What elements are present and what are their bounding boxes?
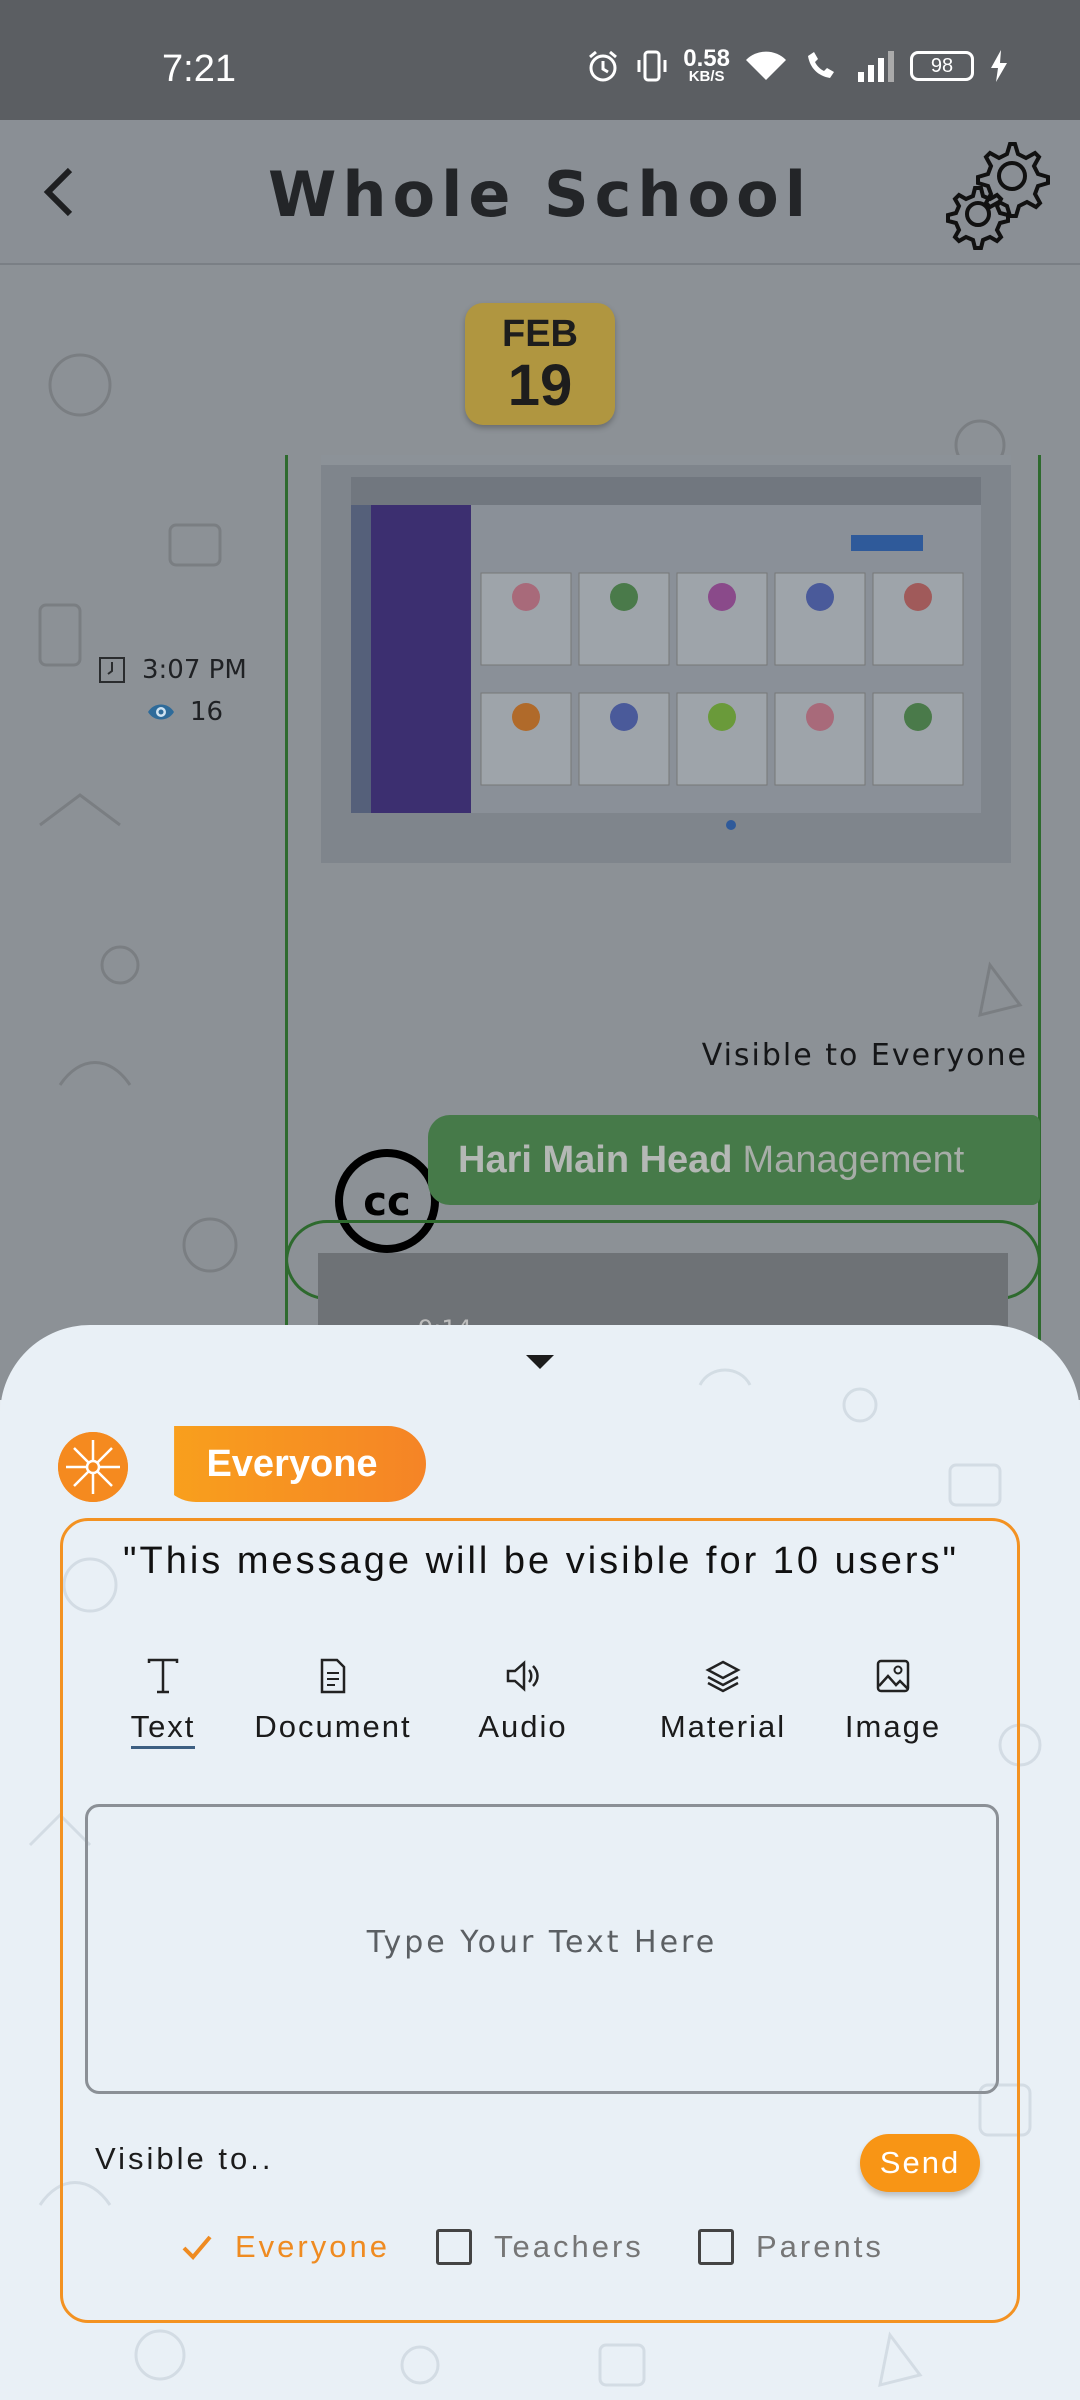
option-parents[interactable]: Parents <box>698 2229 884 2265</box>
option-teachers[interactable]: Teachers <box>436 2229 644 2265</box>
eye-icon <box>148 704 174 720</box>
layers-icon <box>705 1660 741 1693</box>
status-icons: 0.58 KB/S 98 <box>585 45 1010 86</box>
checkbox-parents[interactable] <box>698 2229 734 2265</box>
recipient-count-note: "This message will be visible for 10 use… <box>123 1540 960 1582</box>
checkbox-teachers[interactable] <box>436 2229 472 2265</box>
tab-text[interactable]: Text <box>103 1653 223 1749</box>
tab-document[interactable]: Document <box>243 1653 423 1745</box>
signal-icon <box>858 51 894 82</box>
tab-audio[interactable]: Audio <box>463 1653 583 1745</box>
vibrate-icon <box>637 50 667 82</box>
page-title: Whole School <box>268 158 812 231</box>
audience-tag: Everyone <box>158 1426 426 1502</box>
document-icon <box>320 1658 346 1694</box>
speaker-icon <box>506 1660 539 1692</box>
charging-icon <box>991 50 1007 82</box>
date-day: 19 <box>507 353 573 418</box>
date-month: FEB <box>502 313 578 355</box>
attachment-image[interactable] <box>321 455 1011 863</box>
svg-text:cc: cc <box>363 1179 410 1225</box>
sender-role: Management <box>742 1138 965 1181</box>
visible-to-label: Visible to.. <box>95 2141 274 2176</box>
settings-button[interactable] <box>938 136 1054 252</box>
collapse-handle-icon[interactable] <box>524 1353 556 1371</box>
visibility-label: Visible to Everyone <box>701 1038 1028 1073</box>
tab-material[interactable]: Material <box>643 1653 803 1745</box>
chat-area: FEB 19 3:07 PM 16 cc Visible to Everyone… <box>0 265 1080 1400</box>
tab-image[interactable]: Image <box>833 1653 953 1745</box>
message-views: 16 <box>146 697 223 727</box>
option-everyone[interactable]: Everyone <box>181 2229 390 2265</box>
compose-sheet: Everyone "This message will be visible f… <box>0 1325 1080 2400</box>
image-icon <box>876 1659 910 1693</box>
send-button[interactable]: Send <box>860 2134 980 2192</box>
clock-icon <box>99 657 125 683</box>
date-chip: FEB 19 <box>465 303 615 425</box>
composer-panel: "This message will be visible for 10 use… <box>60 1518 1020 2323</box>
checkmark-icon <box>182 2235 212 2260</box>
sender-pill: Hari Main Head Management <box>428 1115 1040 1205</box>
wifi-call-icon <box>808 52 834 78</box>
message-text-input[interactable] <box>85 1804 999 2094</box>
audience-icon <box>58 1432 128 1502</box>
attendance-screenshot <box>321 455 1011 830</box>
status-time: 7:21 <box>162 48 236 90</box>
gear-icon <box>946 142 1050 250</box>
wifi-icon <box>746 51 786 80</box>
alarm-icon <box>589 50 618 82</box>
battery-indicator: 98 <box>910 51 974 81</box>
sender-name: Hari Main Head <box>458 1138 733 1181</box>
text-icon <box>147 1658 179 1694</box>
network-speed: 0.58 KB/S <box>683 45 730 86</box>
status-bar: 7:21 0.58 KB/S 98 <box>0 0 1080 120</box>
app-header: Whole School <box>0 120 1080 265</box>
message-time: 3:07 PM <box>98 655 247 685</box>
